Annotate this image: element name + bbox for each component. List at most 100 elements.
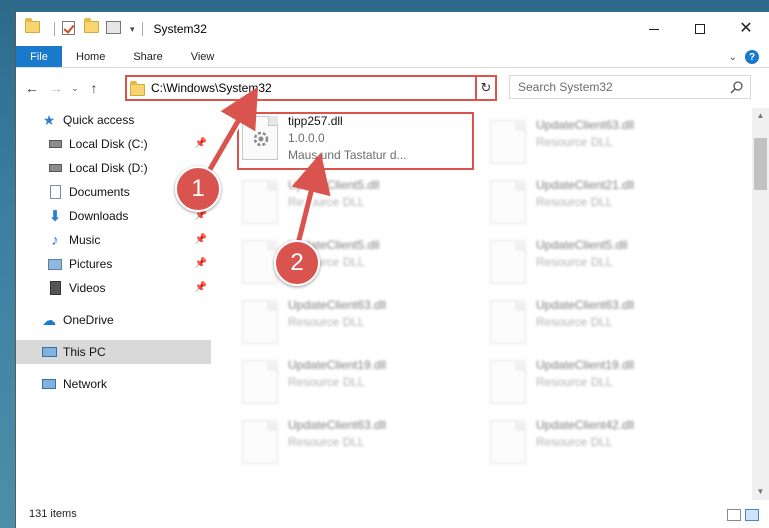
- maximize-button[interactable]: [677, 12, 723, 46]
- file-item[interactable]: UpdateClient19.dll Resource DLL: [490, 356, 726, 416]
- refresh-icon: ↻: [480, 80, 492, 95]
- nav-videos[interactable]: Videos 📌: [16, 276, 211, 300]
- tab-share[interactable]: Share: [119, 46, 176, 67]
- nav-label: Documents: [69, 185, 130, 199]
- file-name: UpdateClient63.dll: [288, 418, 387, 432]
- nav-downloads[interactable]: ⬇ Downloads 📌: [16, 204, 211, 228]
- nav-quick-access[interactable]: ★ Quick access: [16, 108, 211, 132]
- toolbar-divider: [54, 22, 55, 36]
- search-input[interactable]: Search System32: [509, 75, 751, 99]
- computer-icon: [41, 344, 57, 360]
- nav-pictures[interactable]: Pictures 📌: [16, 252, 211, 276]
- scroll-up-icon[interactable]: ▲: [752, 108, 769, 124]
- file-item[interactable]: UpdateClient21.dll Resource DLL: [490, 176, 726, 236]
- file-item[interactable]: UpdateClient63.dll Resource DLL: [242, 296, 478, 356]
- file-type: Resource DLL: [536, 315, 613, 329]
- minimize-button[interactable]: [631, 12, 677, 46]
- recent-locations-icon[interactable]: ⌄: [68, 83, 82, 94]
- drive-icon: [47, 136, 63, 152]
- file-name: UpdateClient19.dll: [288, 358, 387, 372]
- pin-icon: 📌: [194, 282, 207, 293]
- close-icon: ✕: [739, 20, 753, 37]
- dll-file-icon: [490, 180, 526, 224]
- music-note-icon: ♪: [51, 231, 59, 249]
- nav-onedrive[interactable]: ☁ OneDrive: [16, 308, 211, 332]
- file-name: UpdateClient19.dll: [536, 358, 635, 372]
- dll-file-icon: [242, 420, 278, 464]
- file-name: UpdateClient63.dll: [288, 298, 387, 312]
- tiles-view-icon[interactable]: [745, 509, 759, 521]
- address-bar[interactable]: C:\Windows\System32 ⌄: [125, 75, 497, 101]
- nav-this-pc[interactable]: This PC: [16, 340, 211, 364]
- refresh-button[interactable]: ↻: [475, 75, 497, 101]
- file-item[interactable]: UpdateClient63.dll Resource DLL: [490, 296, 726, 356]
- file-item[interactable]: UpdateClient42.dll Resource DLL: [490, 416, 726, 476]
- nav-network[interactable]: Network: [16, 372, 211, 396]
- help-icon[interactable]: ?: [745, 50, 759, 64]
- dll-file-icon: [490, 240, 526, 284]
- tab-file[interactable]: File: [16, 46, 62, 67]
- details-view-icon[interactable]: [727, 509, 741, 521]
- dll-file-icon: [490, 420, 526, 464]
- scroll-down-icon[interactable]: ▼: [752, 484, 769, 500]
- file-item[interactable]: UpdateClient63.dll Resource DLL: [490, 116, 726, 176]
- file-item[interactable]: UpdateClient5.dll Resource DLL: [490, 236, 726, 296]
- nav-label: Downloads: [69, 209, 129, 223]
- folder-icon: [130, 80, 145, 96]
- file-item[interactable]: UpdateClient63.dll Resource DLL: [242, 416, 478, 476]
- drive-icon: [47, 160, 63, 176]
- cloud-icon: ☁: [42, 311, 56, 328]
- pin-icon: 📌: [194, 138, 207, 149]
- file-type: Resource DLL: [536, 255, 613, 269]
- nav-music[interactable]: ♪ Music 📌: [16, 228, 211, 252]
- forward-button[interactable]: →: [44, 80, 68, 96]
- pin-icon: 📌: [194, 258, 207, 269]
- tab-home[interactable]: Home: [62, 46, 119, 67]
- minimize-icon: [649, 28, 659, 30]
- file-explorer-window: ▾ System32 ✕ File Home Share View ⌄ ? ← …: [15, 12, 769, 528]
- close-button[interactable]: ✕: [723, 12, 769, 46]
- nav-label: OneDrive: [63, 313, 114, 327]
- dll-file-icon: [490, 120, 526, 164]
- file-name: UpdateClient21.dll: [536, 178, 635, 192]
- star-icon: ★: [42, 111, 56, 128]
- back-button[interactable]: ←: [20, 80, 44, 96]
- file-name: UpdateClient63.dll: [536, 118, 635, 132]
- new-folder-icon[interactable]: [84, 18, 100, 37]
- nav-label: Local Disk (C:): [69, 137, 148, 151]
- window-title: System32: [153, 22, 207, 36]
- nav-label: Local Disk (D:): [69, 161, 148, 175]
- step-2-badge: 2: [274, 240, 320, 286]
- file-list: tipp257.dll 1.0.0.0 Maus und Tastatur d.…: [219, 108, 749, 500]
- expand-ribbon-icon[interactable]: ⌄: [729, 52, 737, 63]
- file-name: UpdateClient63.dll: [536, 298, 635, 312]
- nav-label: Pictures: [69, 257, 113, 271]
- file-type: Resource DLL: [536, 375, 613, 389]
- address-path[interactable]: C:\Windows\System32: [151, 81, 272, 95]
- nav-local-disk-c[interactable]: Local Disk (C:) 📌: [16, 132, 211, 156]
- file-item[interactable]: UpdateClient19.dll Resource DLL: [242, 356, 478, 416]
- title-bar: ▾ System32 ✕: [16, 12, 769, 46]
- file-name: UpdateClient5.dll: [288, 178, 380, 192]
- vertical-scrollbar[interactable]: ▲ ▼: [752, 108, 769, 500]
- up-button[interactable]: ↑: [82, 80, 106, 96]
- tab-view[interactable]: View: [177, 46, 229, 67]
- dll-file-icon: [242, 180, 278, 224]
- chevron-down-icon[interactable]: ▾: [130, 24, 135, 35]
- scroll-thumb[interactable]: [754, 138, 767, 190]
- nav-label: This PC: [63, 345, 106, 359]
- customize-toolbar-icon[interactable]: [106, 21, 122, 37]
- view-switcher: [727, 509, 759, 521]
- search-icon: [730, 81, 743, 94]
- dll-file-icon: [490, 300, 526, 344]
- nav-label: Quick access: [63, 113, 135, 127]
- dll-file-icon: [242, 240, 278, 284]
- file-type: Resource DLL: [288, 435, 365, 449]
- nav-label: Videos: [69, 281, 106, 295]
- properties-check-icon[interactable]: [62, 21, 78, 37]
- pictures-icon: [47, 256, 63, 272]
- ribbon-tabs: File Home Share View ⌄ ?: [16, 46, 769, 68]
- caption-buttons: ✕: [631, 12, 769, 46]
- file-item[interactable]: UpdateClient5.dll Resource DLL: [242, 176, 478, 236]
- dll-file-icon: [242, 300, 278, 344]
